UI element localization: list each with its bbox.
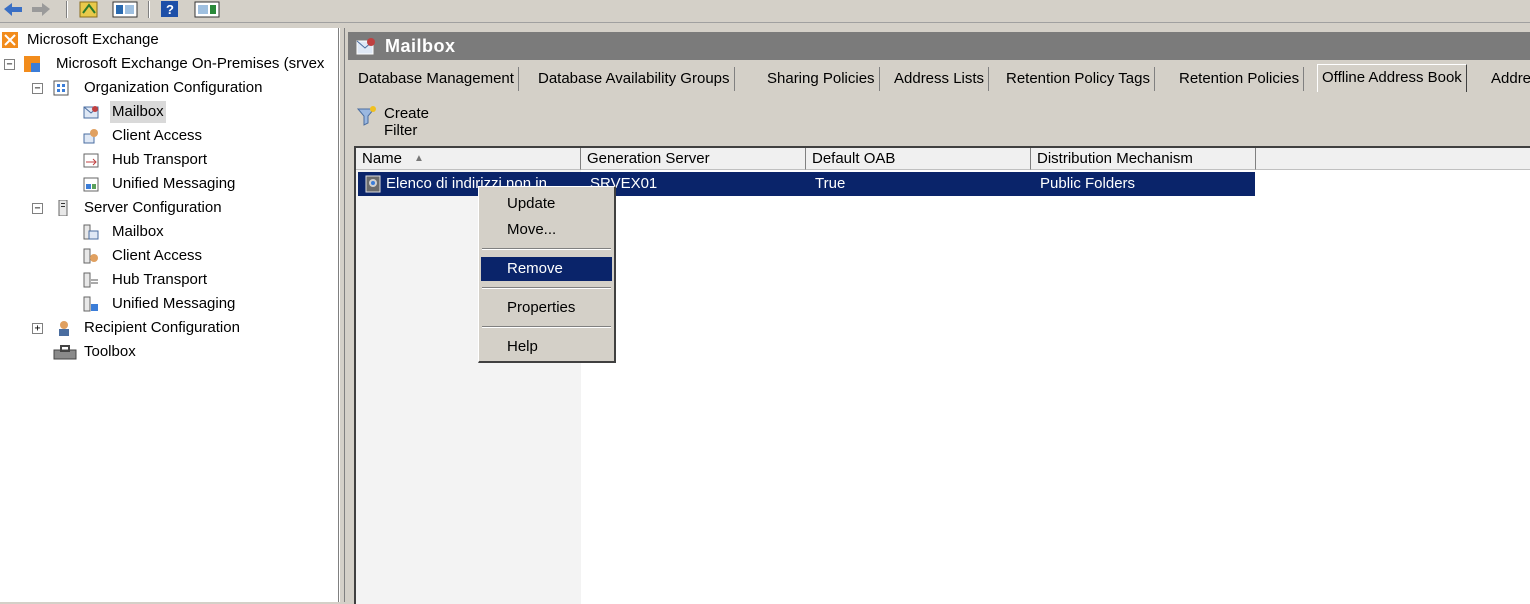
column-header-label: Name (362, 150, 403, 167)
cell-default-oab: True (815, 175, 846, 192)
menu-separator (482, 326, 611, 328)
tab-offline-address-book[interactable]: Offline Address Book (1317, 64, 1467, 92)
show-hide-tree-icon[interactable] (112, 0, 138, 18)
tab-database-management[interactable]: Database Management (354, 67, 519, 91)
hub-transport-icon (83, 153, 99, 168)
column-header-default-oab[interactable]: Default OAB (806, 148, 1031, 170)
client-access-server-icon (83, 248, 98, 264)
sort-ascending-icon: ▲ (414, 153, 424, 164)
toolbar: ? (0, 0, 1530, 23)
show-action-pane-icon[interactable] (194, 0, 220, 18)
forward-arrow-icon[interactable] (30, 0, 52, 18)
tree-item-label: Toolbox (84, 343, 136, 360)
recipient-icon (59, 321, 69, 336)
filter-icon (356, 106, 376, 126)
menu-item-move[interactable]: Move... (481, 218, 612, 242)
collapse-icon[interactable]: − (32, 203, 43, 214)
client-access-icon (83, 129, 98, 144)
menu-item-update[interactable]: Update (481, 192, 612, 216)
toolbox-icon (53, 345, 77, 360)
svg-text:?: ? (166, 2, 174, 17)
server-icon (58, 200, 68, 216)
pane-splitter[interactable] (339, 28, 345, 602)
collapse-icon[interactable]: − (4, 59, 15, 70)
column-header-name[interactable]: Name ▲ (356, 148, 581, 170)
tree-item-label: Recipient Configuration (84, 319, 240, 336)
column-header-distribution-mechanism[interactable]: Distribution Mechanism (1031, 148, 1256, 170)
toolbar-separator (148, 1, 150, 18)
tree-item-label: Server Configuration (84, 199, 222, 216)
tree-item-label: Mailbox (110, 101, 166, 123)
tree-item-label: Microsoft Exchange (27, 31, 159, 48)
cell-distribution-mechanism: Public Folders (1040, 175, 1136, 192)
exchange-icon (2, 32, 18, 48)
cell-generation-server: SRVEX01 (590, 175, 658, 192)
up-level-icon[interactable] (78, 0, 100, 18)
menu-item-remove[interactable]: Remove (481, 257, 612, 281)
unified-messaging-server-icon (83, 296, 98, 312)
hub-transport-server-icon (83, 272, 98, 288)
page-title: Mailbox (385, 36, 456, 56)
menu-item-properties[interactable]: Properties (481, 296, 612, 320)
tab-address-truncated[interactable]: Addre (1487, 67, 1530, 91)
tree-item-label: Client Access (112, 247, 203, 264)
column-header-generation-server[interactable]: Generation Server (581, 148, 806, 170)
tab-sharing-policies[interactable]: Sharing Policies (763, 67, 880, 91)
menu-separator (482, 248, 611, 250)
collapse-icon[interactable]: − (32, 83, 43, 94)
tree-item-label: Mailbox (112, 223, 164, 240)
menu-separator (482, 287, 611, 289)
unified-messaging-icon (83, 177, 99, 192)
tree-item-label: Hub Transport (112, 151, 208, 168)
create-filter-label: Create Filter (384, 105, 430, 139)
tree-item-label: Unified Messaging (112, 175, 236, 192)
menu-item-help[interactable]: Help (481, 335, 612, 359)
pane-header: Mailbox (348, 32, 1530, 60)
column-header-filler (1256, 148, 1530, 170)
back-arrow-icon[interactable] (2, 0, 24, 18)
tree-item-label: Client Access (112, 127, 203, 144)
tab-database-availability-groups[interactable]: Database Availability Groups (534, 67, 735, 91)
tab-address-lists[interactable]: Address Lists (890, 67, 990, 91)
tab-retention-policy-tags[interactable]: Retention Policy Tags (1002, 67, 1155, 91)
tree-item-label: Hub Transport (112, 271, 208, 288)
expand-icon[interactable]: + (32, 323, 43, 334)
mailbox-icon (83, 106, 99, 119)
tree-item-label: Organization Configuration (84, 79, 263, 96)
help-icon[interactable]: ? (160, 0, 180, 18)
mailbox-icon (356, 38, 375, 55)
tree-item-label: Unified Messaging (112, 295, 236, 312)
context-menu: Update Move... Remove Properties Help (478, 186, 616, 363)
tab-retention-policies[interactable]: Retention Policies (1175, 67, 1305, 91)
navigation-tree: Microsoft Exchange − Microsoft Exchange … (0, 28, 339, 602)
exchange-server-icon (24, 56, 40, 72)
address-book-icon (365, 175, 381, 193)
toolbar-separator (66, 1, 68, 18)
organization-icon (53, 80, 69, 96)
tree-item-label: Microsoft Exchange On-Premises (srvex (56, 55, 325, 72)
mailbox-server-icon (83, 224, 99, 240)
